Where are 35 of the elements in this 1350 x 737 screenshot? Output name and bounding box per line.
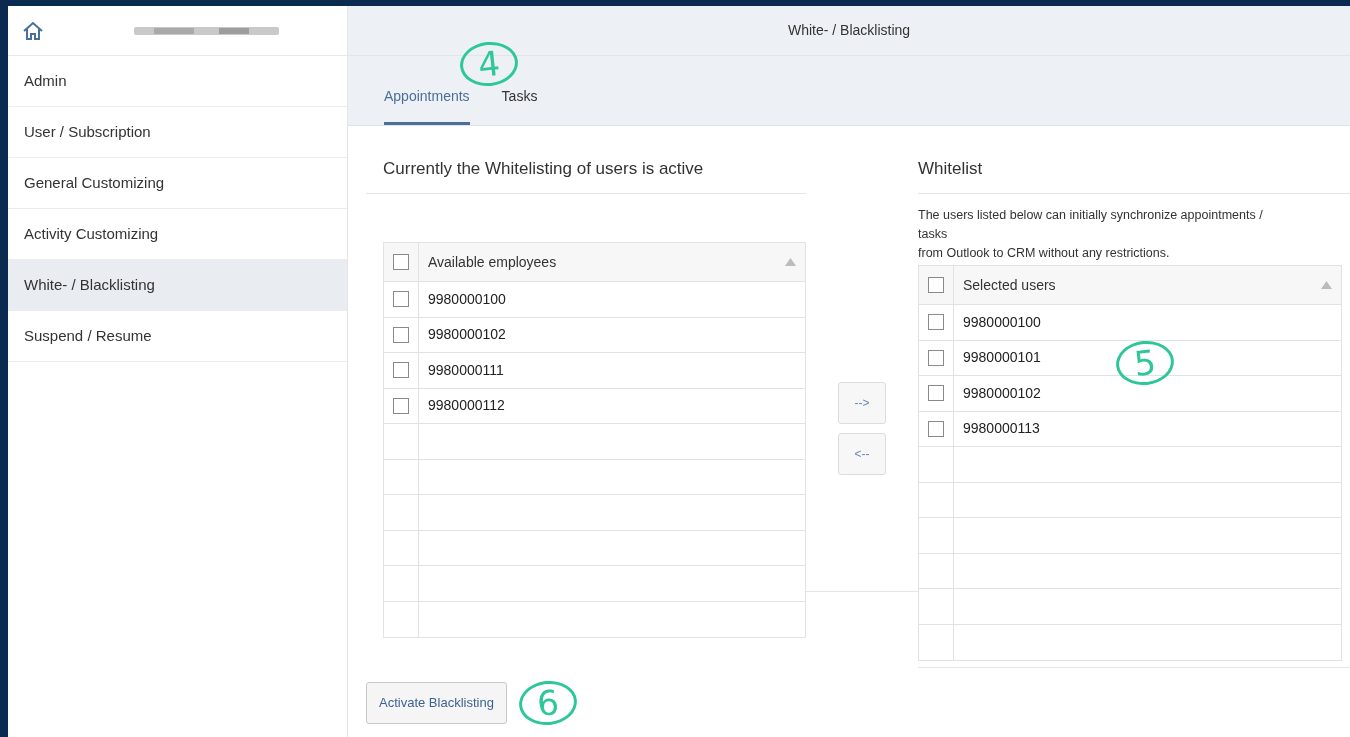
checkbox[interactable] xyxy=(393,362,409,379)
checkbox[interactable] xyxy=(393,397,409,414)
checkbox[interactable] xyxy=(928,314,944,331)
table-cell-text: 9980000100 xyxy=(963,312,1041,332)
status-text: Currently the Whitelisting of users is active xyxy=(383,157,704,180)
sidebar-item[interactable]: White- / Blacklisting xyxy=(8,260,347,311)
activate-blacklisting-button[interactable]: Activate Blacklisting xyxy=(366,681,507,724)
move-button[interactable]: <-- xyxy=(838,433,886,475)
table-cell-text: 9980000112 xyxy=(428,396,505,416)
tab[interactable]: Tasks xyxy=(501,86,538,125)
description-line: from Outlook to CRM without any restrictions. xyxy=(918,245,1171,262)
table-cell-text: 9980000113 xyxy=(963,419,1040,439)
sort-icon xyxy=(1321,281,1332,289)
description-line: The users listed below can initially synchronize appointments / xyxy=(918,207,1264,224)
checkbox[interactable] xyxy=(393,291,409,308)
section-title: Whitelist xyxy=(918,157,983,180)
checkbox[interactable] xyxy=(928,420,944,437)
tab[interactable]: Appointments xyxy=(384,86,470,125)
move-button[interactable]: --> xyxy=(838,382,886,424)
checkbox[interactable] xyxy=(928,277,944,293)
table-cell-text: 9980000101 xyxy=(963,348,1041,368)
home-icon[interactable] xyxy=(22,20,44,41)
checkbox[interactable] xyxy=(393,254,409,270)
table-cell-text: 9980000100 xyxy=(428,289,506,309)
table-cell-text: 9980000111 xyxy=(428,360,504,380)
column-header: Available employees xyxy=(428,252,557,272)
column-header: Selected users xyxy=(963,275,1056,295)
page-title: White- / Blacklisting xyxy=(787,21,911,40)
sort-icon xyxy=(785,258,796,266)
table-cell-text: 9980000102 xyxy=(428,325,506,345)
checkbox[interactable] xyxy=(928,349,944,366)
checkbox[interactable] xyxy=(393,326,409,343)
table-cell-text: 9980000102 xyxy=(963,383,1041,403)
description-line: tasks xyxy=(918,226,949,243)
checkbox[interactable] xyxy=(928,385,944,402)
